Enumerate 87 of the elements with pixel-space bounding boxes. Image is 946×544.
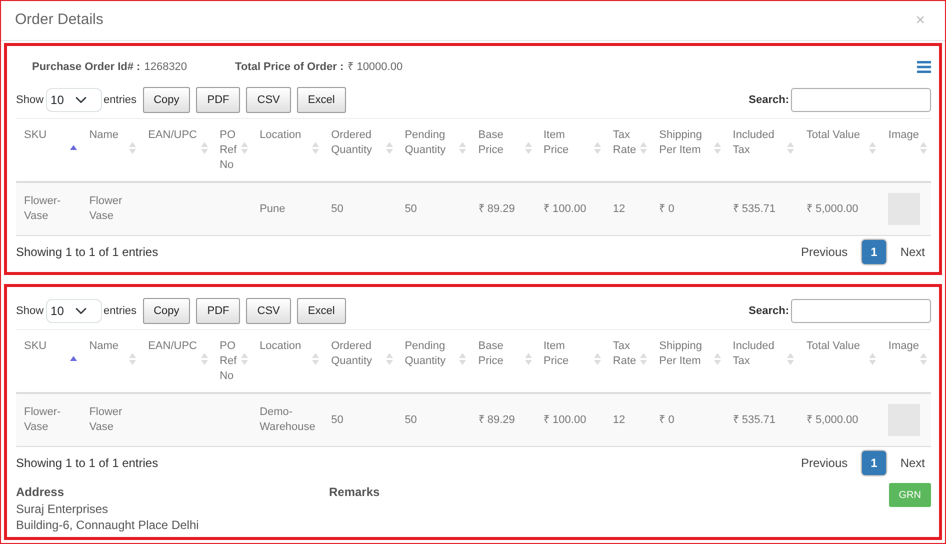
table-cell-text: ₹ 100.00 bbox=[544, 202, 588, 216]
column-header[interactable]: Location bbox=[260, 339, 310, 354]
column-header[interactable]: Tax Rate bbox=[612, 128, 638, 158]
column-header[interactable]: Total Value bbox=[806, 128, 866, 143]
show-label: Show bbox=[16, 304, 44, 319]
menu-icon bbox=[917, 61, 931, 73]
export-button[interactable]: PDF bbox=[196, 298, 240, 324]
table-cell-text: ₹ 0 bbox=[659, 412, 676, 428]
column-header[interactable]: Ordered Quantity bbox=[331, 128, 383, 158]
table-cell-text: ₹ 100.00 bbox=[544, 412, 588, 428]
page-button[interactable]: 1 bbox=[862, 451, 886, 475]
field-label: Total Price of Order : bbox=[235, 60, 344, 75]
page-length-select[interactable]: 10 bbox=[46, 299, 102, 323]
entries-label: entries bbox=[104, 304, 137, 319]
table-cell-text: Flower-Vase bbox=[24, 405, 62, 435]
export-button[interactable]: Excel bbox=[296, 87, 346, 113]
export-button[interactable]: CSV bbox=[246, 298, 291, 324]
table-info: Showing 1 to 1 of 1 entries bbox=[16, 244, 158, 261]
table-cell-text: Flower Vase bbox=[89, 405, 124, 435]
entries-label: entries bbox=[104, 92, 137, 108]
column-header[interactable]: Base Price bbox=[478, 339, 522, 369]
address-line: Suraj Enterprises bbox=[16, 501, 110, 517]
table-cell-text: ₹ 5,000.00 bbox=[806, 412, 860, 428]
column-header[interactable]: Image bbox=[888, 128, 917, 143]
page-button[interactable]: Previous bbox=[794, 451, 854, 475]
table-cell-text: Flower-Vase bbox=[24, 194, 62, 224]
page-button[interactable]: Previous bbox=[794, 240, 854, 264]
column-header[interactable]: Image bbox=[888, 339, 917, 354]
table-cell-text: 12 bbox=[612, 412, 626, 428]
grn-button[interactable]: GRN bbox=[888, 483, 931, 507]
search-field[interactable] bbox=[791, 299, 931, 323]
column-header[interactable]: Base Price bbox=[478, 128, 522, 158]
page-button[interactable]: Next bbox=[894, 240, 931, 264]
field-value: ₹ 10000.00 bbox=[348, 60, 403, 75]
table-cell-text: Demo-Warehouse bbox=[260, 405, 316, 435]
table-cell-text: 50 bbox=[331, 412, 344, 428]
column-header[interactable]: Item Price bbox=[544, 339, 591, 369]
column-header[interactable]: SKU bbox=[24, 128, 68, 143]
field-label: Purchase Order Id# : bbox=[32, 60, 140, 75]
table-cell-text: Flower Vase bbox=[89, 194, 124, 224]
column-header[interactable]: Name bbox=[89, 128, 126, 143]
address-label: Address bbox=[16, 484, 66, 501]
page-button[interactable]: 1 bbox=[862, 240, 886, 264]
table-cell-text: ₹ 5,000.00 bbox=[806, 202, 860, 216]
export-button[interactable]: CSV bbox=[246, 87, 291, 113]
export-button[interactable]: Excel bbox=[296, 298, 346, 324]
table-cell-text: ₹ 535.71 bbox=[732, 202, 776, 216]
search-field[interactable] bbox=[791, 88, 931, 112]
column-header[interactable]: Location bbox=[260, 128, 310, 143]
column-header[interactable]: Name bbox=[89, 339, 126, 354]
column-header[interactable]: Included Tax bbox=[732, 339, 784, 369]
column-header[interactable]: Total Value bbox=[806, 339, 866, 354]
table-cell-text: ₹ 0 bbox=[659, 202, 676, 216]
column-header[interactable]: Pending Quantity bbox=[404, 128, 456, 158]
page-button[interactable]: Next bbox=[894, 451, 931, 475]
column-header[interactable]: EAN/UPC bbox=[148, 339, 198, 354]
address-line: Building-6, Connaught Place Delhi bbox=[16, 517, 200, 533]
column-header[interactable]: Item Price bbox=[544, 128, 591, 158]
modal-title: Order Details bbox=[15, 10, 104, 30]
export-button[interactable]: PDF bbox=[196, 87, 240, 113]
export-button[interactable]: Copy bbox=[142, 87, 190, 113]
column-header[interactable]: EAN/UPC bbox=[148, 128, 198, 143]
column-header[interactable]: Included Tax bbox=[732, 128, 784, 158]
column-header[interactable]: Ordered Quantity bbox=[331, 339, 383, 369]
column-header[interactable]: Shipping Per Item bbox=[659, 128, 711, 158]
column-header[interactable]: PO Ref No bbox=[220, 339, 238, 384]
remarks-label: Remarks bbox=[329, 484, 381, 501]
column-header[interactable]: SKU bbox=[24, 339, 68, 354]
table-cell-text: ₹ 89.29 bbox=[478, 202, 516, 216]
table-cell-text: 50 bbox=[404, 412, 418, 428]
table-cell-text: 50 bbox=[331, 202, 344, 216]
table-cell-text: 50 bbox=[404, 202, 418, 216]
column-header[interactable]: Shipping Per Item bbox=[659, 339, 711, 369]
show-label: Show bbox=[16, 92, 44, 108]
table-cell-text: 12 bbox=[612, 202, 626, 216]
column-header[interactable]: PO Ref No bbox=[220, 128, 238, 173]
search-label: Search: bbox=[748, 304, 789, 319]
search-label: Search: bbox=[748, 92, 789, 108]
table-cell-text: ₹ 535.71 bbox=[732, 412, 776, 428]
column-header[interactable]: Pending Quantity bbox=[404, 339, 456, 369]
page-length-select[interactable]: 10 bbox=[46, 88, 102, 112]
field-value: 1268320 bbox=[144, 60, 188, 75]
table-cell-text: Pune bbox=[260, 202, 286, 216]
table-info: Showing 1 to 1 of 1 entries bbox=[16, 455, 158, 472]
export-button[interactable]: Copy bbox=[142, 298, 190, 324]
column-header[interactable]: Tax Rate bbox=[612, 339, 638, 369]
table-cell-text: ₹ 89.29 bbox=[478, 412, 516, 428]
